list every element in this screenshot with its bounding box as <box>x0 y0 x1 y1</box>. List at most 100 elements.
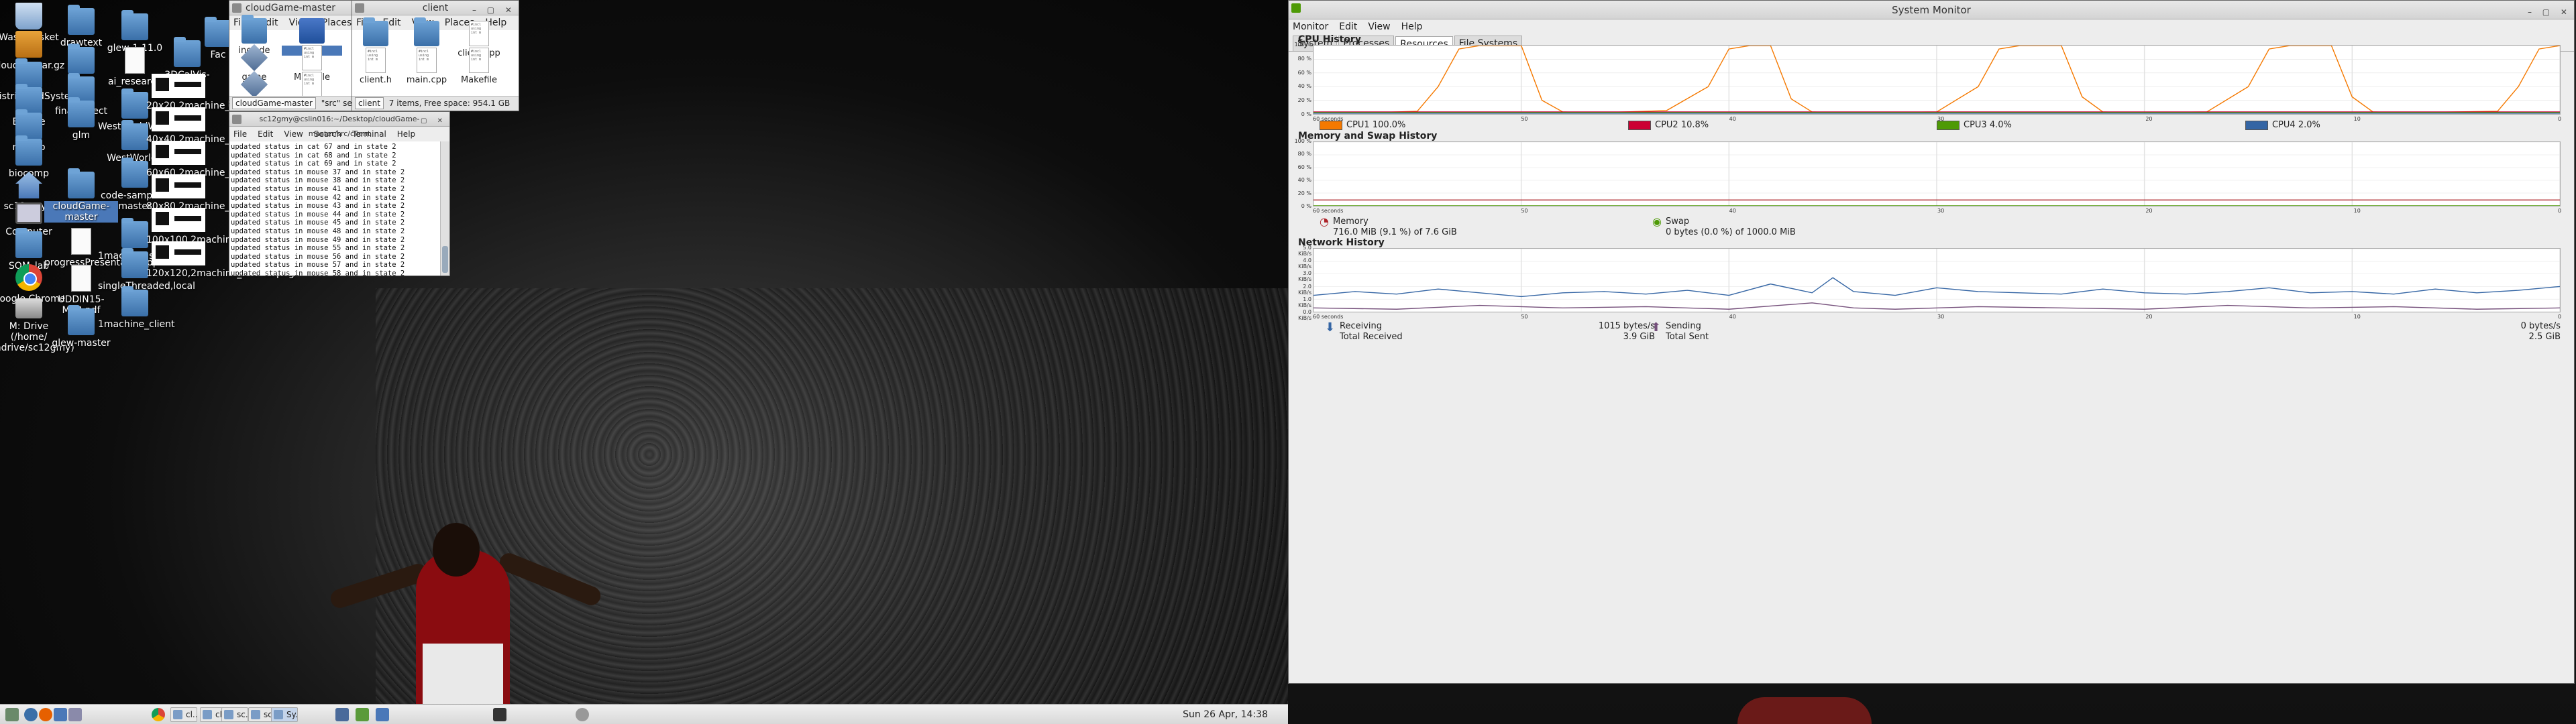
terminal-line: updated status in cat 69 and in state 2 <box>231 160 396 168</box>
window-titlebar[interactable]: System Monitor – ▢ ✕ <box>1289 1 2574 19</box>
cpu-legend-item: CPU3 4.0% <box>1937 120 2012 130</box>
menu-help[interactable]: Help <box>1401 21 1423 32</box>
taskbar: cl...cli...sc...sc...Sy... Sun 26 Apr, 1… <box>0 704 1288 724</box>
folder-icon[interactable] <box>335 708 349 721</box>
upload-arrow-icon: ⬆ <box>1651 320 1662 335</box>
file-icon <box>240 44 268 72</box>
window-controls[interactable]: – ▢ ✕ <box>407 114 447 129</box>
desktop-icon[interactable]: 20x20,2machine_client2.png <box>146 74 282 111</box>
home-icon <box>15 172 42 198</box>
clock[interactable]: Sun 26 Apr, 14:38 <box>1183 705 1268 724</box>
y-tick-label: 4.0 KiB/s <box>1298 257 1311 270</box>
chrome-icon[interactable] <box>152 708 165 721</box>
taskbar-item[interactable]: cl... <box>170 707 197 722</box>
taskbar-item[interactable]: sc... <box>221 707 248 722</box>
terminal-icon <box>232 115 241 124</box>
terminal-line: updated status in mouse 43 and in state … <box>231 202 405 210</box>
menu-edit[interactable]: Edit <box>258 129 273 139</box>
menu-monitor[interactable]: Monitor <box>1293 21 1328 32</box>
help-icon[interactable] <box>68 708 82 721</box>
y-tick-label: 0.0 KiB/s <box>1298 309 1311 321</box>
desktop-icon[interactable]: 120x120,2machine_client2.png <box>146 241 294 279</box>
color-swatch[interactable] <box>2245 120 2268 130</box>
text-file-icon: #incl using int m <box>302 72 322 97</box>
y-tick-label: 80 % <box>1297 151 1311 158</box>
y-tick-label: 80 % <box>1297 55 1311 62</box>
volume-icon[interactable] <box>576 708 589 721</box>
menu-icon[interactable] <box>5 708 19 721</box>
document-icon <box>71 228 91 255</box>
menu-edit[interactable]: Edit <box>1339 21 1357 32</box>
cpu-value: 4.0% <box>1989 120 2012 130</box>
color-swatch[interactable] <box>1320 120 1342 130</box>
status-bar: client 7 items, Free space: 954.1 GB <box>352 96 519 111</box>
y-tick-label: 100 % <box>1294 42 1311 48</box>
terminal-line: updated status in mouse 56 and in state … <box>231 252 405 261</box>
file-view[interactable]: includesrcgame#incl using int mMakefileR… <box>227 15 352 109</box>
y-tick-label: 20 % <box>1297 190 1311 196</box>
window-titlebar[interactable]: client – ▢ ✕ <box>352 1 519 15</box>
file-item[interactable]: #incl using int m Makefile <box>449 48 509 85</box>
file-item-label: main.cpp <box>406 75 447 85</box>
location-dropdown[interactable]: cloudGame-master <box>232 97 316 109</box>
x-tick-label: 50 <box>1521 208 1528 214</box>
menu-file[interactable]: File <box>233 129 247 139</box>
desktop-icon[interactable]: 60x60,2machine_client2.png <box>146 141 282 178</box>
file-manager-cloudgame[interactable]: cloudGame-master FileEditViewPlacesHelp … <box>227 0 384 111</box>
terminal-window[interactable]: sc12gmy@cslin016:~/Desktop/cloudGame-mas… <box>229 111 450 276</box>
system-monitor-window[interactable]: System Monitor – ▢ ✕ Monitor Edit View Help… <box>1288 0 2575 684</box>
window-controls[interactable]: – ▢ ✕ <box>2528 3 2571 21</box>
color-swatch[interactable] <box>1628 120 1651 130</box>
window-titlebar[interactable]: cloudGame-master <box>229 1 352 15</box>
window-icon <box>224 710 233 719</box>
window-title: client <box>422 3 449 13</box>
window-titlebar[interactable]: sc12gmy@cslin016:~/Desktop/cloudGame-mas… <box>229 112 449 138</box>
basketball-player-image <box>315 523 610 711</box>
desktop-icon[interactable]: 40x40,2machine_client2.png <box>146 107 282 145</box>
receiving-label: Receiving <box>1340 321 1383 331</box>
tool-icon[interactable] <box>54 708 67 721</box>
thunderbird-icon[interactable] <box>24 708 38 721</box>
y-tick-label: 0 % <box>1301 203 1311 209</box>
color-swatch[interactable] <box>1937 120 1960 130</box>
desktop-icon[interactable]: 100x100,2machine_client2.png <box>146 208 294 245</box>
location-dropdown[interactable]: client <box>355 97 384 109</box>
computer-icon <box>15 202 42 224</box>
file-manager-client[interactable]: client – ▢ ✕ FileEditViewPlacesHelp aibo… <box>352 0 519 111</box>
terminal-line: updated status in mouse 49 and in state … <box>231 235 405 244</box>
y-tick-label: 40 % <box>1297 177 1311 184</box>
folder-icon[interactable] <box>376 708 389 721</box>
pdf-icon <box>71 265 91 292</box>
document-icon <box>125 47 145 74</box>
menu-view[interactable]: View <box>284 129 303 139</box>
file-icon <box>240 70 268 99</box>
file-item[interactable]: #incl using int m main.cpp <box>396 48 457 85</box>
y-tick-label: 2.0 KiB/s <box>1298 283 1311 296</box>
text-file-icon: #incl using int m <box>366 48 386 73</box>
y-tick-label: 0 % <box>1301 111 1311 117</box>
memory-info: ◔ Memory 716.0 MiB (9.1 %) of 7.6 GiB <box>1320 217 1457 238</box>
x-tick-label: 10 <box>2353 208 2361 214</box>
scrollbar[interactable] <box>440 141 449 276</box>
terminal-output[interactable]: updated status in cat 67 and in state 2u… <box>229 141 440 276</box>
total-received-label: Total Received <box>1340 332 1403 342</box>
menu-view[interactable]: View <box>1368 21 1390 32</box>
file-view[interactable]: aibots#incl using int mclient.cpp#incl u… <box>352 17 519 97</box>
app-icon[interactable] <box>356 708 369 721</box>
monitor-icon[interactable] <box>493 708 506 721</box>
window-controls[interactable]: – ▢ ✕ <box>472 3 516 17</box>
desktop-icon[interactable]: 1machine_client <box>98 286 175 330</box>
taskbar-item-label: Sy... <box>286 710 298 719</box>
taskbar-item-label: sc... <box>237 710 248 719</box>
player-silhouette <box>1737 697 1872 724</box>
scrollbar-thumb[interactable] <box>442 246 448 273</box>
firefox-icon[interactable] <box>39 708 52 721</box>
desktop-icon-label: 120x120,2machine_client2.png <box>146 268 294 279</box>
x-tick-label: 20 <box>2145 116 2153 122</box>
receiving-info: ⬇ Receiving Total Received <box>1325 321 1403 343</box>
desktop-icon[interactable]: 80x80,2machine_client2.png <box>146 174 282 212</box>
x-tick-label: 20 <box>2145 314 2153 320</box>
memory-label: Memory <box>1333 217 1368 227</box>
menu-help[interactable]: Help <box>397 129 415 139</box>
taskbar-item[interactable]: Sy... <box>271 707 298 722</box>
